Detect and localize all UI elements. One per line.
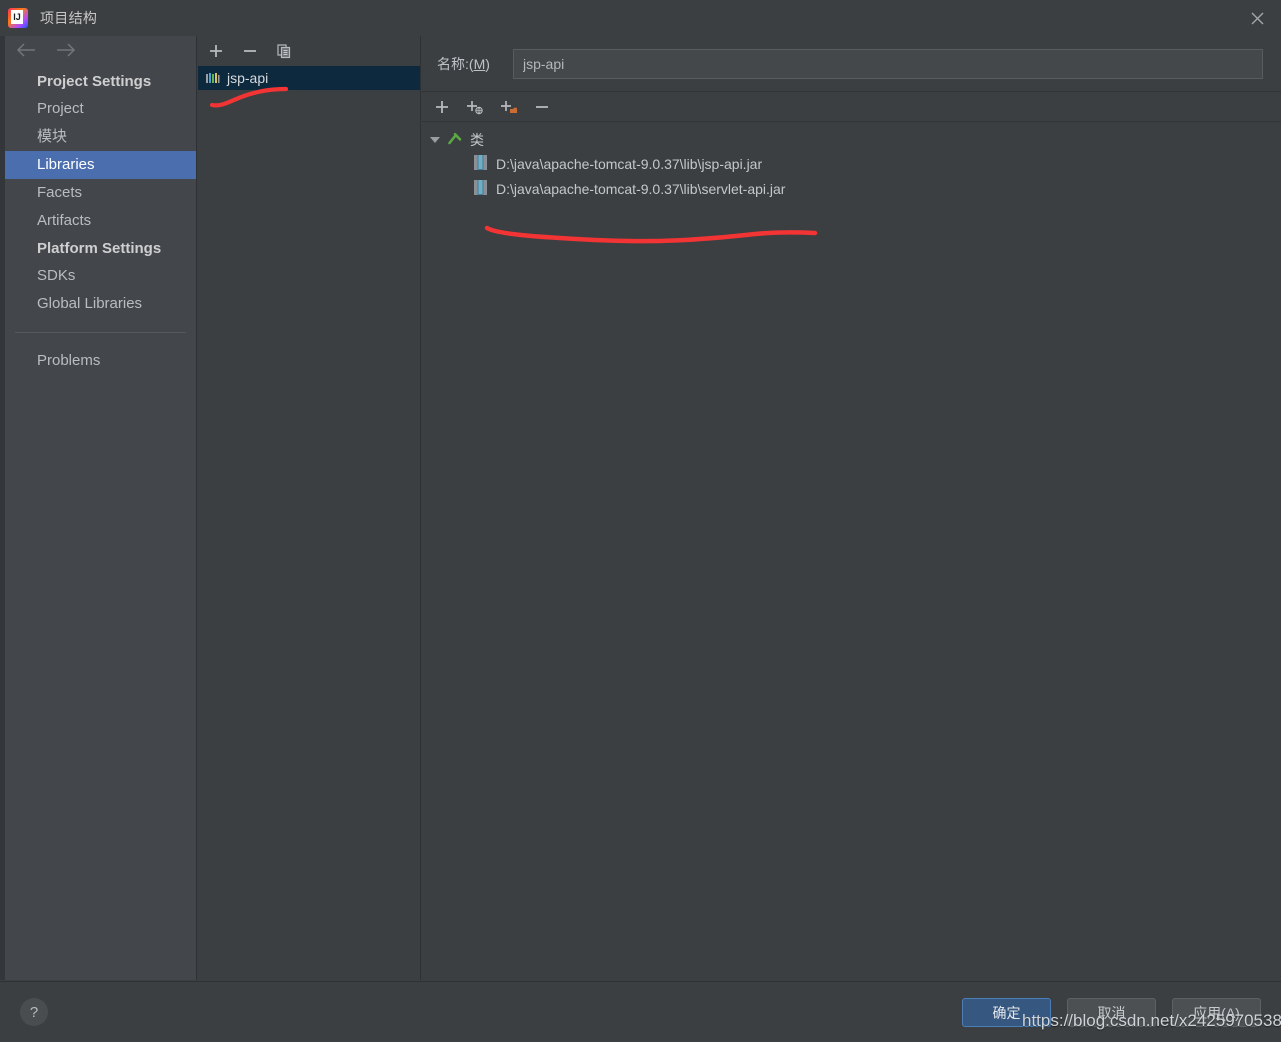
sidebar-item-sdks[interactable]: SDKs <box>5 262 196 290</box>
tree-leaf-label: D:\java\apache-tomcat-9.0.37\lib\jsp-api… <box>496 155 763 172</box>
sidebar-divider <box>15 332 186 333</box>
add-library-button[interactable] <box>208 43 224 59</box>
chevron-down-icon[interactable] <box>430 137 440 143</box>
library-name-input[interactable] <box>513 48 1263 79</box>
help-icon[interactable]: ? <box>20 998 48 1026</box>
classes-root-icon <box>446 130 464 151</box>
library-entries-tree: 类 D:\java\apache-tomcat-9.0.37\lib\jsp-a… <box>422 122 1281 201</box>
list-item[interactable]: jsp-api <box>198 66 420 90</box>
name-label: 名称:(M) <box>437 54 513 74</box>
settings-sidebar: Project Settings Project 模块 Libraries Fa… <box>5 36 197 980</box>
remove-library-button[interactable] <box>242 43 258 59</box>
tree-node-classes-root[interactable]: 类 <box>422 129 1281 151</box>
add-from-maven-button[interactable] <box>466 99 484 115</box>
arrow-left-icon[interactable] <box>15 42 37 62</box>
sidebar-group-project-settings: Project Settings <box>37 73 152 90</box>
sidebar-item-project[interactable]: Project <box>5 95 196 123</box>
project-structure-dialog: 项目结构 Project Settings Project 模块 Librari <box>0 0 1281 1042</box>
sidebar-item-problems[interactable]: Problems <box>5 347 196 375</box>
name-row: 名称:(M) <box>422 36 1281 92</box>
sidebar-item-global-libraries[interactable]: Global Libraries <box>5 290 196 318</box>
name-label-mnemonic: M <box>473 55 486 72</box>
ok-button[interactable]: 确定 <box>962 998 1051 1027</box>
library-details-panel: 名称:(M) jsp-api 类 D:\java\apache-tomcat-9… <box>422 36 1281 980</box>
remove-entry-button[interactable] <box>534 99 550 115</box>
sidebar-item-facets[interactable]: Facets <box>5 179 196 207</box>
cancel-button[interactable]: 取消 <box>1067 998 1156 1027</box>
jar-file-icon <box>474 154 487 173</box>
add-classes-button[interactable] <box>434 99 450 115</box>
sidebar-item-modules[interactable]: 模块 <box>5 123 196 151</box>
sidebar-navigation <box>5 36 196 68</box>
add-from-folder-button[interactable] <box>500 99 518 115</box>
title-bar: 项目结构 <box>0 0 1281 36</box>
tree-node-label: 类 <box>470 132 484 148</box>
name-label-suffix: ) <box>485 55 490 72</box>
sidebar-item-libraries[interactable]: Libraries <box>5 151 196 179</box>
library-list-toolbar <box>198 36 420 66</box>
sidebar-item-artifacts[interactable]: Artifacts <box>5 207 196 235</box>
tree-leaf-jar[interactable]: D:\java\apache-tomcat-9.0.37\lib\servlet… <box>422 176 1281 201</box>
library-entries-toolbar <box>422 92 1281 122</box>
apply-button[interactable]: 应用(A) <box>1172 998 1261 1027</box>
arrow-right-icon[interactable] <box>55 42 77 62</box>
close-icon[interactable] <box>1233 0 1281 36</box>
list-item-label: jsp-api <box>227 70 269 86</box>
window-title: 项目结构 <box>40 10 98 26</box>
copy-library-button[interactable] <box>276 43 292 59</box>
intellij-idea-logo-icon <box>8 8 28 28</box>
library-icon <box>205 71 220 86</box>
tree-leaf-label: D:\java\apache-tomcat-9.0.37\lib\servlet… <box>496 180 786 197</box>
library-list-panel: jsp-api <box>198 36 421 980</box>
tree-leaf-jar[interactable]: D:\java\apache-tomcat-9.0.37\lib\jsp-api… <box>422 151 1281 176</box>
name-label-prefix: 名称:( <box>437 55 474 72</box>
sidebar-group-platform-settings: Platform Settings <box>37 240 162 257</box>
library-list: jsp-api <box>198 66 420 90</box>
jar-file-icon <box>474 179 487 198</box>
